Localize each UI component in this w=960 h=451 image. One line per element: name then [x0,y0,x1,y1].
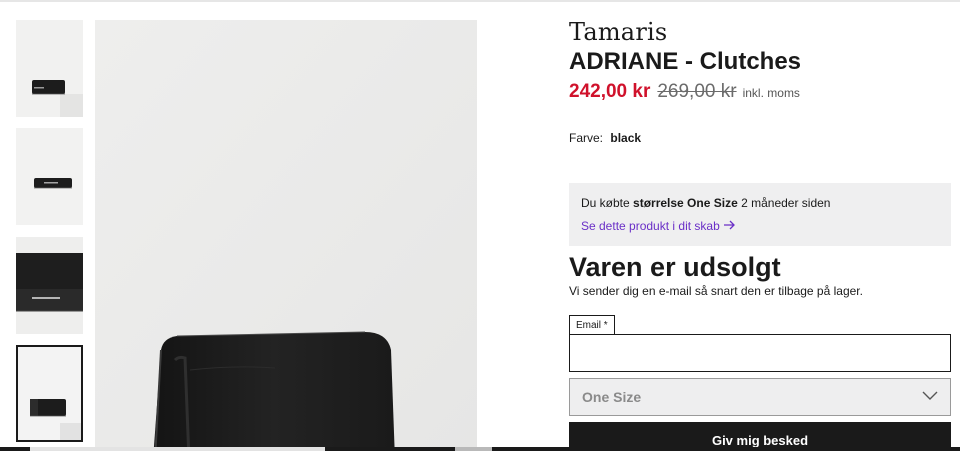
brand-name[interactable]: Tamaris [569,18,951,46]
purchase-line: Du købte størrelse One Size 2 måneder si… [581,196,939,210]
color-value: black [610,131,642,145]
purchase-suffix: 2 måneder siden [741,196,831,210]
clutch-image [18,347,81,440]
closet-link[interactable]: Se dette produkt i dit skab [581,218,736,233]
purchase-prefix: Du købte [581,196,630,210]
clutch-image [16,20,83,117]
color-info: Farve: black [569,131,641,145]
previous-purchase-notice: Du købte størrelse One Size 2 måneder si… [569,183,951,246]
purchase-size: størrelse One Size [633,196,738,210]
current-price: 242,00 kr [569,81,651,102]
thumbnail-4-selected[interactable] [16,345,83,442]
thumbnail-2[interactable] [16,128,83,225]
top-divider [0,0,960,2]
email-field[interactable] [569,334,951,372]
arrow-right-icon [723,218,736,233]
product-info: Tamaris ADRIANE - Clutches 242,00 kr 269… [569,18,951,103]
clutch-image [16,128,83,225]
sold-out-subtitle: Vi sender dig en e-mail så snart den er … [569,284,863,298]
closet-link-text: Se dette produkt i dit skab [581,218,720,233]
size-selected-value: One Size [582,389,642,405]
product-title: ADRIANE - Clutches [569,48,802,75]
scrollbar-track-segment [30,447,325,451]
scrollbar-thumb[interactable] [455,447,492,451]
product-main-image[interactable] [95,20,477,451]
thumbnail-1[interactable] [16,20,83,117]
chevron-down-icon [922,388,938,406]
size-select[interactable]: One Size [569,378,951,416]
color-label: Farve: [569,131,604,145]
clutch-image [16,237,83,334]
sold-out-title: Varen er udsolgt [569,252,781,282]
price-row: 242,00 kr 269,00 kr inkl. moms [569,81,951,103]
thumbnail-3[interactable] [16,237,83,334]
original-price: 269,00 kr [657,81,737,102]
email-label: Email * [569,315,615,335]
sold-out-section: Varen er udsolgt Vi sender dig en e-mail… [569,252,951,298]
clutch-image [95,20,477,451]
horizontal-scrollbar[interactable] [0,447,960,451]
vat-note: inkl. moms [742,86,800,100]
